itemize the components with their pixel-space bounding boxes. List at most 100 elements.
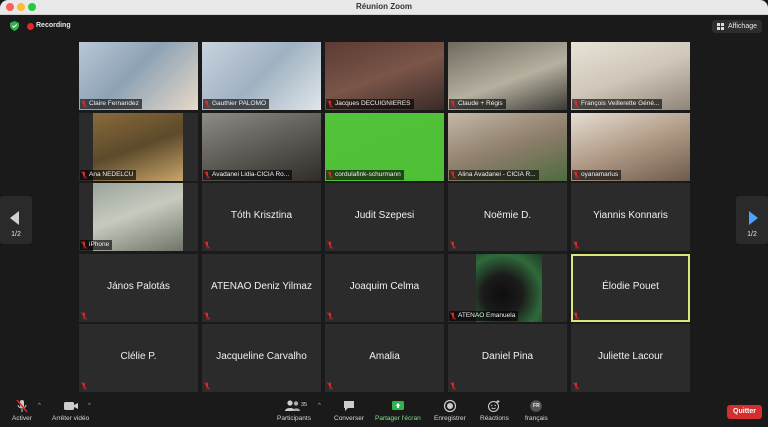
participant-name-label: Ana NEDELCU: [80, 169, 137, 180]
muted-microphone-icon: [450, 382, 456, 390]
muted-microphone-icon: [81, 241, 87, 249]
next-page-button[interactable]: 1/2: [736, 196, 768, 244]
audio-options-caret-icon[interactable]: ^: [38, 403, 41, 409]
video-camera-icon: [63, 402, 78, 410]
participant-tile[interactable]: Amalia: [325, 324, 444, 392]
share-screen-button[interactable]: Partager l'écran: [375, 399, 421, 422]
participant-tile[interactable]: ATENAO Emanuela: [448, 253, 567, 322]
participants-count: 35: [301, 402, 308, 408]
participant-tile[interactable]: Yiannis Konnaris: [571, 183, 690, 251]
muted-microphone-icon: [450, 100, 456, 108]
muted-microphone-icon: [204, 311, 210, 320]
participant-name: Judit Szepesi: [354, 210, 415, 221]
participant-name-label: Claude + Régis: [449, 99, 506, 109]
muted-microphone-icon: [81, 311, 87, 320]
participant-tile[interactable]: Alina Avadanei - CICIA R...: [448, 112, 567, 181]
participant-tile[interactable]: Judit Szepesi: [325, 183, 444, 251]
window-title: Réunion Zoom: [356, 2, 412, 11]
shield-icon[interactable]: [10, 21, 19, 31]
participant-tile[interactable]: oyanamarius: [571, 112, 690, 181]
participant-name: Tóth Krisztina: [230, 210, 293, 221]
chat-label: Converser: [334, 415, 364, 422]
arrow-left-icon: [10, 211, 19, 225]
participant-tile[interactable]: Noëmie D.: [448, 183, 567, 251]
record-button[interactable]: Enregistrer: [434, 399, 466, 422]
participant-tile[interactable]: Jacques DECUIGNIERES: [325, 42, 444, 110]
participant-tile[interactable]: Élodie Pouet: [571, 253, 690, 322]
muted-microphone-icon: [81, 100, 87, 108]
leave-meeting-button[interactable]: Quitter: [727, 405, 762, 419]
share-screen-icon: [391, 401, 404, 410]
participant-tile[interactable]: iPhone: [79, 183, 198, 251]
page-indicator-right: 1/2: [747, 231, 757, 238]
muted-microphone-icon: [450, 170, 456, 179]
participant-name: Amalia: [369, 351, 400, 362]
participant-name: Jacqueline Carvalho: [216, 351, 307, 362]
muted-microphone-icon: [204, 170, 210, 179]
view-button[interactable]: Affichage: [711, 20, 762, 33]
participant-tile[interactable]: Daniel Pina: [448, 324, 567, 392]
participant-tile[interactable]: Clélie P.: [79, 324, 198, 392]
participant-tile[interactable]: Joaquim Celma: [325, 253, 444, 322]
grid-view-icon: [716, 23, 724, 30]
muted-microphone-icon: [204, 382, 210, 390]
participants-caret-icon[interactable]: ^: [318, 403, 321, 409]
meeting-toolbar: Activer ^ Arrêter vidéo ^ 35 Participant…: [0, 397, 768, 427]
participant-tile[interactable]: Jacqueline Carvalho: [202, 324, 321, 392]
participants-label: Participants: [277, 415, 311, 422]
participant-tile[interactable]: Juliette Lacour: [571, 324, 690, 392]
participant-name: Juliette Lacour: [597, 351, 664, 362]
participant-tile[interactable]: János Palotás: [79, 253, 198, 322]
muted-microphone-icon: [573, 241, 579, 249]
reactions-button[interactable]: Réactions: [480, 399, 509, 422]
participant-tile[interactable]: Tóth Krisztina: [202, 183, 321, 251]
participant-name-label: Alina Avadanei - CICIA R...: [449, 169, 539, 180]
chat-button[interactable]: Converser: [334, 399, 364, 422]
recording-icon: [27, 23, 34, 30]
participant-name: Noëmie D.: [483, 210, 532, 221]
page-indicator-left: 1/2: [11, 231, 21, 238]
muted-microphone-icon: [573, 170, 579, 179]
muted-microphone-icon: [327, 170, 333, 179]
view-label: Affichage: [727, 23, 757, 30]
participant-name: Clélie P.: [120, 351, 157, 362]
participant-tile[interactable]: Claude + Régis: [448, 42, 567, 110]
muted-microphone-icon: [204, 100, 210, 108]
participant-name-label: Claire Fernandez: [80, 99, 142, 109]
participant-name-label: François Veillerette Géné...: [572, 99, 663, 109]
unmute-button[interactable]: Activer: [12, 399, 32, 422]
share-screen-label: Partager l'écran: [375, 415, 421, 422]
stop-video-button[interactable]: Arrêter vidéo: [52, 399, 89, 422]
participant-name-label: cordulafink-schurmann: [326, 169, 404, 180]
participant-tile[interactable]: Gauthier PALOMO: [202, 42, 321, 110]
participant-name-label: oyanamarius: [572, 169, 622, 180]
participant-name: ATENAO Deniz Yilmaz: [211, 280, 312, 292]
participant-name: Élodie Pouet: [602, 280, 659, 292]
participant-name-label: Gauthier PALOMO: [203, 99, 270, 109]
zoom-window: Réunion Zoom Recording Affichage 1/2 1/2…: [0, 0, 768, 427]
title-bar: Réunion Zoom: [0, 0, 768, 15]
participant-tile[interactable]: François Veillerette Géné...: [571, 42, 690, 110]
participant-tile[interactable]: cordulafink-schurmann: [325, 112, 444, 181]
record-label: Enregistrer: [434, 415, 466, 422]
gallery-grid: Claire Fernandez Gauthier PALOMO Jacques D…: [79, 42, 690, 392]
participant-name: Yiannis Konnaris: [593, 210, 668, 221]
record-icon: [443, 399, 456, 413]
previous-page-button[interactable]: 1/2: [0, 196, 32, 244]
video-options-caret-icon[interactable]: ^: [88, 403, 91, 409]
meeting-top-bar: Recording Affichage: [0, 15, 768, 37]
stop-video-label: Arrêter vidéo: [52, 415, 90, 422]
chat-icon: [343, 401, 354, 411]
participant-tile[interactable]: Ana NEDELCU: [79, 112, 198, 181]
muted-microphone-icon: [327, 100, 333, 108]
language-label: français: [525, 415, 548, 422]
participant-tile[interactable]: Avadanei Lidia-CICIA Ro...: [202, 112, 321, 181]
participant-tile[interactable]: ATENAO Deniz Yilmaz: [202, 253, 321, 322]
participants-button[interactable]: 35 Participants: [277, 399, 311, 422]
unmute-label: Activer: [12, 415, 32, 422]
participant-tile[interactable]: Claire Fernandez: [79, 42, 198, 110]
participant-name-label: Jacques DECUIGNIERES: [326, 99, 414, 109]
language-badge: FR: [533, 403, 540, 409]
language-button[interactable]: FR français: [525, 399, 548, 422]
muted-microphone-icon: [327, 241, 333, 249]
